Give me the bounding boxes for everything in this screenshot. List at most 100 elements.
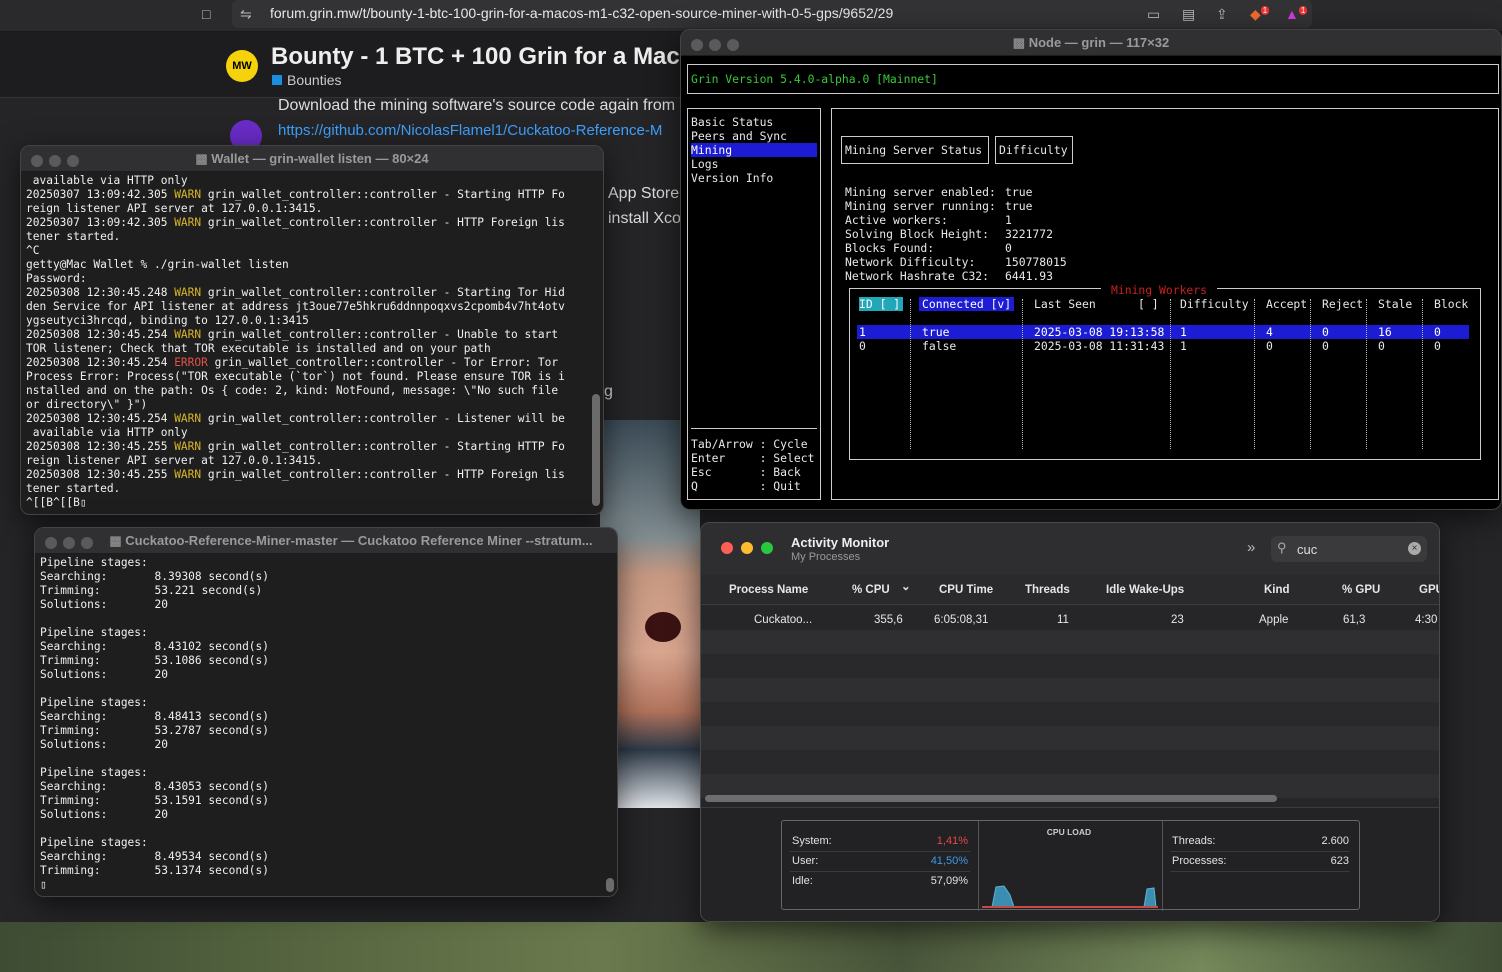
terminal-text: grin_wallet_controller::controller - Tor… — [207, 356, 559, 369]
process-cell: 355,6 — [874, 614, 903, 626]
topic-title[interactable]: Bounty - 1 BTC + 100 Grin for a Mac — [271, 43, 686, 71]
workers-column-header[interactable]: Connected [v] — [919, 297, 1015, 311]
node-terminal-window[interactable]: ▩ Node — grin — 117×32 Grin Version 5.4.… — [680, 29, 1502, 510]
window-titlebar[interactable]: ▩ Wallet — grin-wallet listen — 80×24 — [21, 146, 603, 172]
workers-column-header[interactable]: Reject — [1322, 297, 1363, 311]
grin-tui[interactable]: Grin Version 5.4.0-alpha.0 [Mainnet] Bas… — [681, 56, 1501, 509]
status-value: true — [1005, 199, 1033, 213]
workers-column-header[interactable]: Difficulty — [1180, 297, 1249, 311]
workers-column-header[interactable]: Accept — [1266, 297, 1307, 311]
column-separator — [1170, 299, 1171, 449]
zoom-button[interactable] — [81, 537, 93, 549]
terminal-line: 20250308 12:30:45.255 WARN grin_wallet_c… — [26, 468, 598, 482]
minimize-button[interactable] — [741, 542, 753, 554]
cast-icon[interactable]: ▭ — [1147, 6, 1160, 23]
column-header[interactable]: Process Name — [729, 584, 808, 596]
zoom-button[interactable] — [761, 542, 773, 554]
wallet-terminal-window[interactable]: ▩ Wallet — grin-wallet listen — 80×24 av… — [20, 145, 604, 515]
nav-item-mining[interactable]: Mining — [691, 143, 817, 157]
terminal-line: Process Error: Process("TOR executable (… — [26, 370, 598, 384]
terminal-text: ^C — [26, 244, 40, 257]
terminal-line: Password: — [26, 272, 598, 286]
divider — [691, 428, 817, 429]
status-value: 6441.93 — [1005, 269, 1054, 283]
divider — [1170, 871, 1350, 872]
close-button[interactable] — [45, 537, 57, 549]
status-label: Mining server enabled: — [845, 185, 996, 199]
wallet-terminal-output[interactable]: available via HTTP only 20250307 13:09:42… — [21, 172, 603, 514]
empty-row — [701, 750, 1439, 774]
column-header[interactable]: % GPU — [1342, 584, 1380, 596]
window-titlebar[interactable]: ▩ Cuckatoo-Reference-Miner-master — Cuck… — [35, 528, 617, 554]
terminal-line: Trimming: 53.1086 second(s) — [40, 654, 270, 667]
desktop-wallpaper — [0, 922, 1502, 972]
workers-column-header[interactable]: Stale — [1378, 297, 1412, 311]
site-settings-icon[interactable]: ⇋ — [240, 6, 252, 23]
url-text[interactable]: forum.grin.mw/t/bounty-1-btc-100-grin-fo… — [270, 5, 893, 21]
reader-icon[interactable]: ▤ — [1182, 6, 1195, 23]
topic-category[interactable]: Bounties — [272, 72, 341, 88]
workers-column-header[interactable]: Last Seen — [1034, 297, 1096, 311]
workers-title: Mining Workers — [1101, 283, 1218, 297]
column-header[interactable]: GPU — [1419, 584, 1439, 596]
bookmark-icon[interactable]: □ — [202, 6, 210, 22]
nav-item-basic-status[interactable]: Basic Status — [691, 115, 817, 129]
process-cell: Cuckatoo... — [754, 614, 813, 626]
nav-menu-items[interactable]: Basic Status Peers and Sync Mining Logs Vers… — [691, 115, 817, 185]
terminal-line: ygseutyci3hrcqd, binding to 127.0.0.1:34… — [26, 314, 598, 328]
miner-terminal-window[interactable]: ▩ Cuckatoo-Reference-Miner-master — Cuck… — [34, 527, 618, 897]
mining-status-list: Mining server enabled: true Mining server … — [845, 185, 1067, 283]
terminal-line: Trimming: 53.1374 second(s) — [40, 864, 270, 877]
chevron-right-icon[interactable]: » — [1247, 539, 1255, 556]
brave-shield-icon[interactable]: ◆ 1 — [1250, 6, 1270, 23]
divider — [1170, 851, 1350, 852]
scrollbar[interactable] — [606, 878, 614, 892]
share-icon[interactable]: ⇪ — [1216, 6, 1228, 23]
workers-column-header[interactable]: ID [ ] — [859, 297, 903, 311]
clear-search-icon[interactable]: × — [1408, 542, 1421, 555]
terminal-text: Password: — [26, 272, 87, 285]
column-header[interactable]: CPU Time — [939, 584, 993, 596]
help-line: Enter : Select — [691, 451, 815, 465]
activity-monitor-window[interactable]: Activity Monitor My Processes » ⚲ cuc × … — [700, 522, 1440, 922]
terminal-text: getty@Mac Wallet % ./grin-wallet listen — [26, 258, 289, 271]
divider — [790, 871, 970, 872]
minimize-button[interactable] — [63, 537, 75, 549]
column-separator — [1022, 299, 1023, 449]
column-headers[interactable]: Process Name % CPU CPU Time Threads Idle Wak… — [701, 575, 1439, 605]
horizontal-scrollbar[interactable] — [705, 795, 1277, 802]
idle-label: Idle: — [792, 875, 813, 887]
grin-logo[interactable]: MW — [226, 50, 258, 82]
terminal-text: grin_wallet_controller::controller - Sta… — [201, 440, 565, 453]
column-header[interactable]: Idle Wake-Ups — [1106, 584, 1184, 596]
workers-cell: 0 — [1378, 339, 1385, 353]
miner-terminal-output[interactable]: Pipeline stages: Searching: 8.39308 secon… — [35, 554, 617, 896]
terminal-text: reign listener API server at 127.0.0.1:3… — [26, 202, 323, 215]
search-input[interactable]: cuc — [1297, 542, 1317, 557]
status-label: Mining server running: — [845, 199, 996, 213]
nav-item-peers-and-sync[interactable]: Peers and Sync — [691, 129, 817, 143]
github-link[interactable]: https://github.com/NicolasFlamel1/Cuckat… — [278, 122, 678, 139]
column-header[interactable]: Threads — [1025, 584, 1070, 596]
help-line: Esc : Back — [691, 465, 801, 479]
column-header[interactable]: Kind — [1264, 584, 1290, 596]
window-titlebar[interactable]: ▩ Node — grin — 117×32 — [681, 30, 1501, 56]
scrollbar[interactable] — [592, 394, 600, 506]
close-button[interactable] — [721, 542, 733, 554]
brave-rewards-icon[interactable]: ▲ 1 — [1285, 6, 1308, 22]
column-separator — [1254, 299, 1255, 449]
workers-column-header[interactable]: Block — [1434, 297, 1468, 311]
window-titlebar[interactable]: Activity Monitor My Processes » ⚲ cuc × — [701, 523, 1439, 575]
workers-cell: 2025-03-08 11:31:43 — [1034, 339, 1165, 353]
help-line: Q : Quit — [691, 479, 801, 493]
workers-column-header[interactable]: [ ] — [1138, 297, 1159, 311]
nav-item-version-info[interactable]: Version Info — [691, 171, 817, 185]
nav-item-logs[interactable]: Logs — [691, 157, 817, 171]
workers-cell: 1 — [859, 325, 866, 339]
keyboard-help: Tab/Arrow : Cycle Enter : Select Esc : Bac… — [691, 437, 814, 493]
column-header[interactable]: % CPU — [852, 584, 890, 596]
sort-chevron-icon[interactable]: ⌄ — [901, 579, 911, 593]
terminal-line: ^[[B^[[B▯ — [26, 496, 598, 510]
search-field[interactable]: ⚲ cuc × — [1271, 536, 1427, 562]
cpu-stats-box: System: 1,41% User: 41,50% Idle: 57,09% … — [781, 820, 1360, 911]
